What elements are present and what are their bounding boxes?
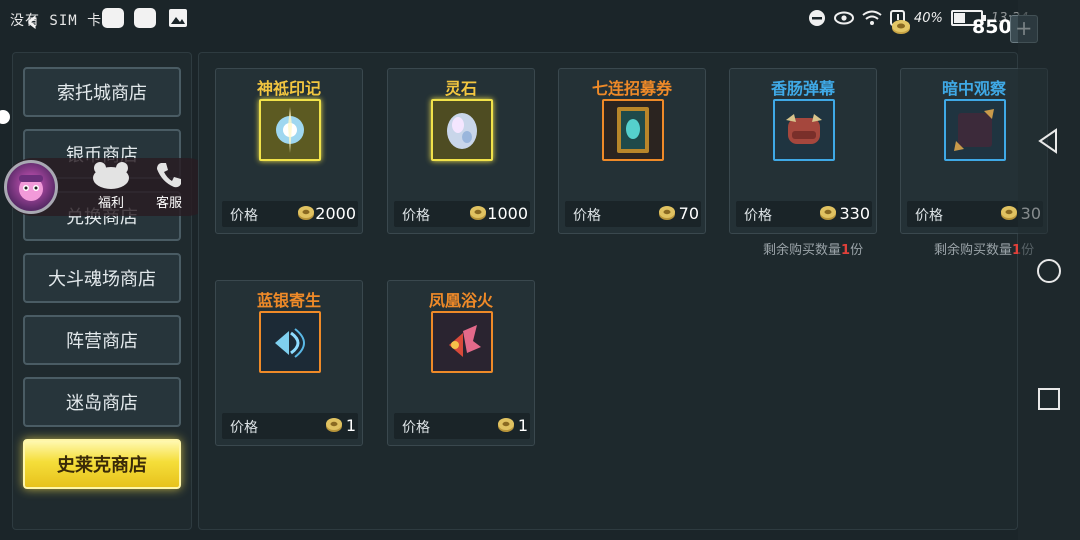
status-bar: 没有 SIM 卡 40% 13:34 [0,0,1080,36]
price-row: 价格 1 [222,413,358,439]
item-card[interactable]: 七连招募券 价格 70 [558,68,706,234]
spirit-stone-icon [431,99,493,161]
coin-icon [298,206,314,220]
price-value: 330 [839,204,870,223]
price-label: 价格 [744,208,772,224]
shop-item-grid: 神祗印记 价格 2000 灵石 价格 1000 七连招募券 价格 70 香肠弹幕… [198,52,1048,530]
phone-icon [144,160,194,192]
price-label: 价格 [402,420,430,436]
price-row: 价格 1000 [394,201,530,227]
item-card[interactable]: 灵石 价格 1000 [387,68,535,234]
tab-mystery-island-shop[interactable]: 迷岛商店 [23,377,181,427]
carrier-text: 没有 SIM 卡 [10,13,103,29]
floating-dot[interactable] [0,110,10,124]
gallery-icon [169,9,187,27]
battery-percent: 40% [914,10,943,26]
price-value: 1 [345,416,356,435]
assistant-avatar[interactable] [4,160,58,214]
phoenix-icon [431,311,493,373]
price-row: 价格 1 [394,413,530,439]
welfare-label: 福利 [97,196,124,211]
item-card[interactable]: 神祗印记 价格 2000 [215,68,363,234]
item-card[interactable]: 蓝银寄生 价格 1 [215,280,363,446]
glowing-orb-icon [259,99,321,161]
back-arrow-icon[interactable]: ‹ [26,7,38,37]
item-name: 灵石 [444,79,477,98]
price-label: 价格 [915,208,943,224]
dnd-icon [809,10,825,26]
nav-recents-icon[interactable] [1034,384,1064,414]
system-nav-bar [1018,0,1080,540]
price-label: 价格 [230,420,258,436]
item-name: 七连招募券 [591,79,672,98]
coin-icon [326,418,342,432]
price-label: 价格 [402,208,430,224]
item-name: 蓝银寄生 [256,291,321,310]
item-card[interactable]: 香肠弹幕 价格 330 [729,68,877,234]
price-label: 价格 [230,208,258,224]
nav-home-icon[interactable] [1034,256,1064,286]
customer-service-button[interactable]: 客服 [144,160,194,216]
nav-back-icon[interactable] [1034,126,1064,156]
currency-amount: 850 [972,16,1012,38]
shop-sidebar: 索托城商店 银币商店 兑换商店 大斗魂场商店 阵营商店 迷岛商店 史莱克商店 [12,52,192,530]
welfare-button[interactable]: 福利 [86,160,136,216]
price-value: 1 [517,416,528,435]
tab-arena-shop[interactable]: 大斗魂场商店 [23,253,181,303]
item-name: 神祗印记 [256,79,321,98]
coin-icon [470,206,486,220]
price-row: 价格 70 [565,201,701,227]
coin-icon [498,418,514,432]
item-name: 凤凰浴火 [428,291,493,310]
coin-icon [820,206,836,220]
coin-icon [1001,206,1017,220]
notification-icon [102,8,124,28]
wifi-icon [862,10,882,25]
blue-silver-icon [259,311,321,373]
peek-frame-icon [944,99,1006,161]
notification-icon [134,8,156,28]
gift-frog-icon [86,160,136,192]
tab-faction-shop[interactable]: 阵营商店 [23,315,181,365]
tab-sotuo-city-shop[interactable]: 索托城商店 [23,67,181,117]
tab-shrek-shop[interactable]: 史莱克商店 [23,439,181,489]
customer-service-label: 客服 [155,196,182,211]
price-value: 2000 [315,204,356,223]
price-row: 价格 330 [736,201,872,227]
price-label: 价格 [573,208,601,224]
recruit-ticket-icon [602,99,664,161]
sausage-icon [773,99,835,161]
remaining-purchase-count: 剩余购买数量1份 [763,243,864,258]
coin-icon [659,206,675,220]
price-row: 价格 2000 [222,201,358,227]
item-card[interactable]: 凤凰浴火 价格 1 [387,280,535,446]
price-value: 1000 [487,204,528,223]
price-value: 70 [678,204,699,223]
eye-icon [834,11,854,25]
item-name: 香肠弹幕 [770,79,835,98]
coin-icon [892,20,910,34]
